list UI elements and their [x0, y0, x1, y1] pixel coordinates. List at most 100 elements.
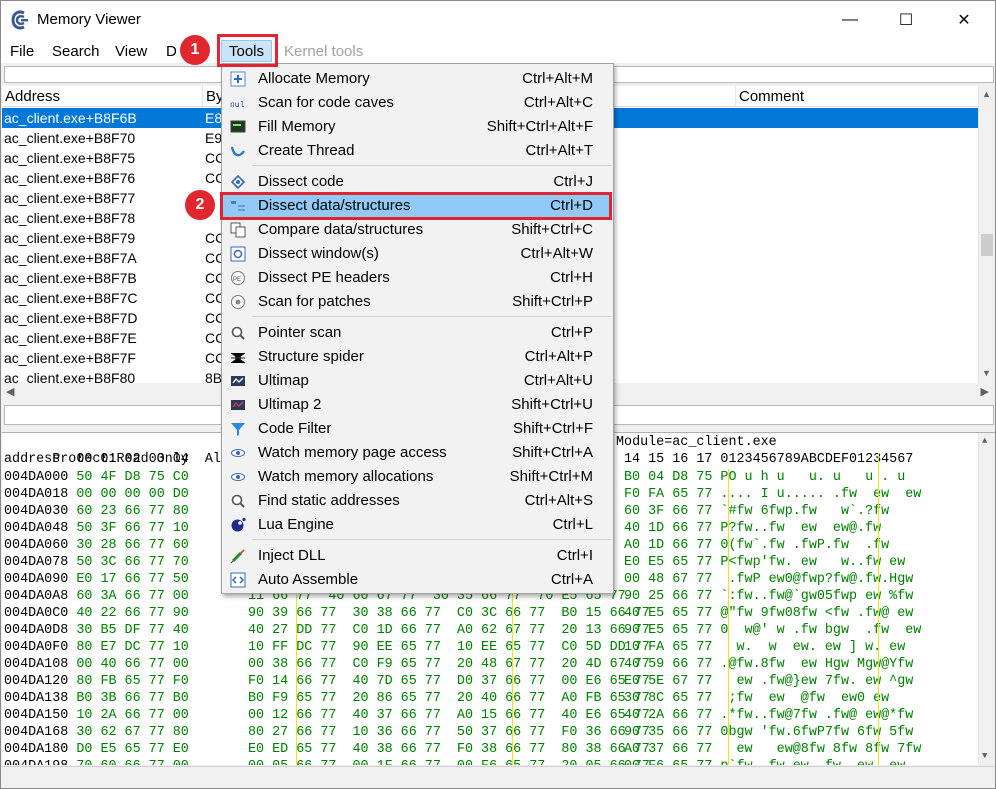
module-info: Module=ac_client.exe [616, 435, 777, 450]
maximize-button[interactable]: ☐ [883, 1, 929, 39]
hex-row[interactable]: 004DA0A8 60 3A 66 77 00 [4, 588, 189, 605]
tools-menu-item-create-thread[interactable]: Create Thread Ctrl+Alt+T [223, 139, 612, 163]
eye-icon [229, 468, 247, 486]
disasm-address: ac_client.exe+B8F7D [4, 310, 138, 326]
menu-separator [252, 539, 612, 540]
scroll-right-icon[interactable]: ▶ [981, 385, 989, 398]
minimize-icon: — [842, 11, 858, 28]
hex-bytes-ascii: 40 E5 65 77 @"fw 9fw08fw <fw .fw@ ew [624, 606, 914, 621]
close-button[interactable]: ✕ [941, 1, 987, 39]
hex-row[interactable]: 004DA0D8 30 B5 DF 77 40 [4, 622, 189, 639]
tools-menu-item-structure-spider[interactable]: Structure spider Ctrl+Alt+P [223, 345, 612, 369]
tools-menu-item-auto-assemble[interactable]: Auto Assemble Ctrl+A [223, 568, 612, 592]
tools-menu-item-compare-data-structures[interactable]: Compare data/structures Shift+Ctrl+C [223, 218, 612, 242]
menu-item-shortcut: Shift+Ctrl+P [512, 293, 593, 310]
tools-menu-item-pointer-scan[interactable]: Pointer scan Ctrl+P [223, 321, 612, 345]
disasm-address: ac_client.exe+B8F7A [4, 250, 137, 266]
hex-row[interactable]: 004DA000 50 4F D8 75 C0 [4, 469, 189, 486]
hex-bytes: 10 2A 66 77 00 [76, 708, 189, 723]
tools-menu-item-ultimap[interactable]: Ultimap Ctrl+Alt+U [223, 369, 612, 393]
tools-menu-item-dissect-code[interactable]: Dissect code Ctrl+J [223, 170, 612, 194]
hex-bytes: 60 23 66 77 80 [76, 504, 189, 519]
tools-menu-item-fill-memory[interactable]: Fill Memory Shift+Ctrl+Alt+F [223, 115, 612, 139]
tools-menu-item-inject-dll[interactable]: Inject DLL Ctrl+I [223, 544, 612, 568]
tools-menu-item-watch-memory-page-access[interactable]: Watch memory page access Shift+Ctrl+A [223, 441, 612, 465]
menu-debug[interactable]: D [166, 41, 177, 63]
menu-item-shortcut: Ctrl+H [550, 269, 593, 286]
hex-bytes-middle: 80 27 66 77 10 36 66 77 50 37 66 77 F0 3… [248, 724, 650, 741]
hex-row[interactable]: 004DA018 00 00 00 00 D0 [4, 486, 189, 503]
comment-column-header[interactable]: Comment [739, 88, 804, 105]
disassembler-vertical-scrollbar[interactable]: ▲ ▼ [978, 86, 995, 383]
menu-bar: File Search View D Tools Kernel tools [1, 39, 995, 63]
hex-info-line: Protect:Read Only Alloc [4, 434, 245, 467]
cheat-engine-icon [11, 10, 28, 30]
hex-row[interactable]: 004DA138 B0 3B 66 77 B0 [4, 690, 189, 707]
menu-item-shortcut: Ctrl+A [550, 571, 593, 588]
minimize-button[interactable]: — [827, 1, 873, 39]
tools-menu-item-ultimap-2[interactable]: Ultimap 2 Shift+Ctrl+U [223, 393, 612, 417]
scroll-down-icon[interactable]: ▼ [982, 751, 987, 761]
column-divider[interactable] [202, 86, 203, 107]
menu-item-shortcut: Ctrl+Alt+M [522, 70, 593, 87]
hex-row[interactable]: 004DA0C0 40 22 66 77 90 [4, 605, 189, 622]
column-divider[interactable] [735, 86, 736, 107]
hex-vertical-scrollbar[interactable]: ▲ ▼ [978, 433, 995, 765]
tools-menu-item-dissect-pe-headers[interactable]: PE Dissect PE headers Ctrl+H [223, 266, 612, 290]
hex-ascii: 90 25 66 77 `:fw..fw@`gw05fwp ew %fw [624, 588, 913, 605]
hex-row[interactable]: 004DA090 E0 17 66 77 50 [4, 571, 189, 588]
scroll-up-icon[interactable]: ▲ [982, 436, 987, 446]
title-bar[interactable]: Memory Viewer — ☐ ✕ [1, 1, 995, 39]
hex-row[interactable]: 004DA120 80 FB 65 77 F0 [4, 673, 189, 690]
scroll-up-icon[interactable]: ▲ [982, 89, 991, 99]
hex-row[interactable]: 004DA168 30 62 67 77 80 [4, 724, 189, 741]
scrollbar-thumb[interactable] [981, 234, 993, 256]
tools-menu-item-code-filter[interactable]: Code Filter Shift+Ctrl+F [223, 417, 612, 441]
hex-row[interactable]: 004DA030 60 23 66 77 80 [4, 503, 189, 520]
menu-view[interactable]: View [115, 41, 147, 63]
tools-menu-item-allocate-memory[interactable]: Allocate Memory Ctrl+Alt+M [223, 67, 612, 91]
tools-menu-item-dissect-window-s[interactable]: Dissect window(s) Ctrl+Alt+W [223, 242, 612, 266]
disasm-address: ac_client.exe+B8F70 [4, 130, 136, 146]
hex-bytes-ascii: E0 E5 65 77 P<fwp'fw. ew w..fw ew [624, 555, 906, 570]
menu-item-shortcut: Ctrl+Alt+P [524, 348, 593, 365]
hex-row[interactable]: 004DA048 50 3F 66 77 10 [4, 520, 189, 537]
menu-search[interactable]: Search [52, 41, 100, 63]
lua-icon [229, 516, 247, 534]
menu-item-shortcut: Ctrl+I [556, 547, 593, 564]
tools-menu-item-find-static-addresses[interactable]: Find static addresses Ctrl+Alt+S [223, 489, 612, 513]
hex-ascii: A0 37 66 77 ew ew@8fw 8fw 8fw 7fw [624, 741, 921, 758]
tools-menu-item-dissect-data-structures[interactable]: Dissect data/structures Ctrl+D [223, 194, 612, 218]
patch-icon [229, 293, 247, 311]
scroll-down-icon[interactable]: ▼ [982, 368, 991, 378]
hex-row[interactable]: 004DA078 50 3C 66 77 70 [4, 554, 189, 571]
address-column-header[interactable]: Address [5, 88, 60, 105]
menu-item-shortcut: Shift+Ctrl+M [509, 468, 593, 485]
hex-bytes-middle: 00 05 66 77 00 1F 66 77 00 F6 65 77 20 0… [248, 758, 650, 765]
hex-row[interactable]: 004DA150 10 2A 66 77 00 [4, 707, 189, 724]
scroll-left-icon[interactable]: ◀ [6, 385, 14, 398]
hex-address: 004DA018 [4, 487, 69, 502]
menu-tools[interactable]: Tools [221, 40, 273, 62]
tools-menu-item-scan-for-patches[interactable]: Scan for patches Shift+Ctrl+P [223, 290, 612, 314]
disasm-address: ac_client.exe+B8F80 [4, 370, 136, 383]
hex-row[interactable]: 004DA108 00 40 66 77 00 [4, 656, 189, 673]
menu-item-shortcut: Ctrl+Alt+W [520, 245, 593, 262]
hex-row[interactable]: 004DA060 30 28 66 77 60 [4, 537, 189, 554]
eye-icon [229, 444, 247, 462]
hex-row[interactable]: 004DA180 D0 E5 65 77 E0 [4, 741, 189, 758]
menu-file[interactable]: File [10, 41, 34, 63]
hex-row[interactable]: 004DA198 70 60 66 77 00 [4, 758, 189, 765]
menu-item-label: Watch memory page access [258, 444, 447, 461]
hex-row[interactable]: 004DA0F0 80 E7 DC 77 10 [4, 639, 189, 656]
compare-icon [229, 221, 247, 239]
hex-ascii: A0 1D 66 77 0(fw`.fw .fwP.fw .fw [624, 537, 889, 554]
hex-column-header-right: 14 15 16 17 0123456789ABCDEF01234567 [624, 452, 914, 467]
hex-ascii: E0 E5 65 77 P<fwp'fw. ew w..fw ew [624, 554, 905, 571]
window-title: Memory Viewer [37, 11, 141, 28]
tools-menu-item-lua-engine[interactable]: Lua Engine Ctrl+L [223, 513, 612, 537]
hex-ascii: 30 8C 65 77 ;fw ew @fw ew0 ew [624, 690, 889, 707]
tools-menu-item-scan-for-code-caves[interactable]: nul Scan for code caves Ctrl+Alt+C [223, 91, 612, 115]
menu-item-label: Ultimap [258, 372, 309, 389]
tools-menu-item-watch-memory-allocations[interactable]: Watch memory allocations Shift+Ctrl+M [223, 465, 612, 489]
